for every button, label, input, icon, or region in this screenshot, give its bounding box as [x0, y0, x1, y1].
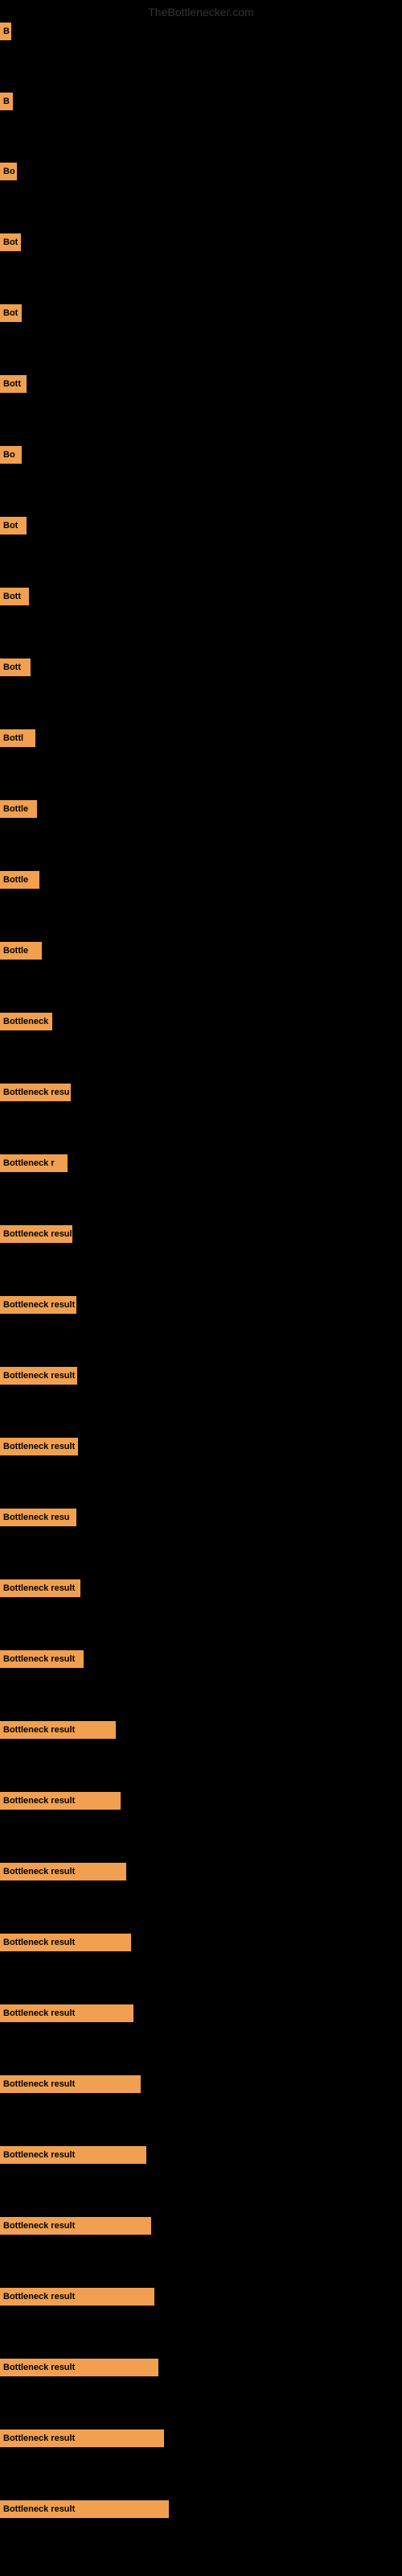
bar-label: Bo [0, 446, 22, 464]
bar-label: B [0, 93, 13, 110]
bar-item-29: Bottleneck result [0, 2075, 141, 2093]
bar-item-28: Bottleneck result [0, 2004, 133, 2022]
bar-label: Bottleneck result [0, 2359, 158, 2376]
bar-label: Bottleneck result [0, 2429, 164, 2447]
bar-label: Bottleneck result [0, 2075, 141, 2093]
bar-label: Bottleneck result [0, 2004, 133, 2022]
bar-label: Bottleneck resu [0, 1509, 76, 1526]
bar-label: Bot [0, 304, 22, 322]
bar-label: Bottleneck result [0, 1225, 72, 1243]
bar-item-15: Bottleneck resu [0, 1084, 71, 1101]
bar-label: Bottleneck result [0, 1934, 131, 1951]
bar-item-33: Bottleneck result [0, 2359, 158, 2376]
bar-item-4: Bot [0, 304, 22, 322]
site-title: TheBottlenecker.com [144, 4, 258, 20]
bar-label: Bottleneck r [0, 1154, 68, 1172]
bar-item-7: Bot [0, 517, 27, 535]
bar-item-34: Bottleneck result [0, 2429, 164, 2447]
bar-item-22: Bottleneck result [0, 1579, 80, 1597]
bar-item-11: Bottle [0, 800, 37, 818]
bar-item-25: Bottleneck result [0, 1792, 121, 1810]
bar-item-13: Bottle [0, 942, 42, 960]
bar-label: B [0, 23, 11, 40]
bar-label: Bottleneck result [0, 2217, 151, 2235]
bar-item-31: Bottleneck result [0, 2217, 151, 2235]
bar-item-27: Bottleneck result [0, 1934, 131, 1951]
bar-item-32: Bottleneck result [0, 2288, 154, 2306]
bar-label: Bottleneck [0, 1013, 52, 1030]
bar-label: Bottleneck result [0, 2288, 154, 2306]
bar-item-30: Bottleneck result [0, 2146, 146, 2164]
bar-item-0: B [0, 23, 11, 40]
bar-label: Bott [0, 588, 29, 605]
bar-label: Bottleneck result [0, 1296, 76, 1314]
bar-item-14: Bottleneck [0, 1013, 52, 1030]
bar-label: Bottleneck result [0, 1579, 80, 1597]
bar-label: Bottle [0, 942, 42, 960]
bar-label: Bot [0, 233, 21, 251]
bar-label: Bot [0, 517, 27, 535]
bar-label: Bo [0, 163, 17, 180]
bar-label: Bottleneck result [0, 1367, 77, 1385]
bar-item-17: Bottleneck result [0, 1225, 72, 1243]
bar-item-18: Bottleneck result [0, 1296, 76, 1314]
bar-item-8: Bott [0, 588, 29, 605]
bar-label: Bottleneck resu [0, 1084, 71, 1101]
bar-label: Bottleneck result [0, 1438, 78, 1455]
bar-item-35: Bottleneck result [0, 2500, 169, 2518]
bar-item-1: B [0, 93, 13, 110]
bar-item-3: Bot [0, 233, 21, 251]
bar-label: Bottleneck result [0, 1863, 126, 1880]
bar-item-2: Bo [0, 163, 17, 180]
bar-label: Bott [0, 375, 27, 393]
bar-item-12: Bottle [0, 871, 39, 889]
bar-item-5: Bott [0, 375, 27, 393]
bar-item-16: Bottleneck r [0, 1154, 68, 1172]
bar-item-21: Bottleneck resu [0, 1509, 76, 1526]
bar-item-26: Bottleneck result [0, 1863, 126, 1880]
bar-item-10: Bottl [0, 729, 35, 747]
bar-item-23: Bottleneck result [0, 1650, 84, 1668]
bar-item-19: Bottleneck result [0, 1367, 77, 1385]
bar-label: Bottl [0, 729, 35, 747]
bar-label: Bottleneck result [0, 1792, 121, 1810]
bar-label: Bottle [0, 800, 37, 818]
bar-item-24: Bottleneck result [0, 1721, 116, 1739]
bar-label: Bottleneck result [0, 2500, 169, 2518]
bar-label: Bottleneck result [0, 1721, 116, 1739]
bar-label: Bott [0, 658, 31, 676]
bar-label: Bottle [0, 871, 39, 889]
bar-item-6: Bo [0, 446, 22, 464]
bar-item-20: Bottleneck result [0, 1438, 78, 1455]
bar-item-9: Bott [0, 658, 31, 676]
bar-label: Bottleneck result [0, 2146, 146, 2164]
bar-label: Bottleneck result [0, 1650, 84, 1668]
